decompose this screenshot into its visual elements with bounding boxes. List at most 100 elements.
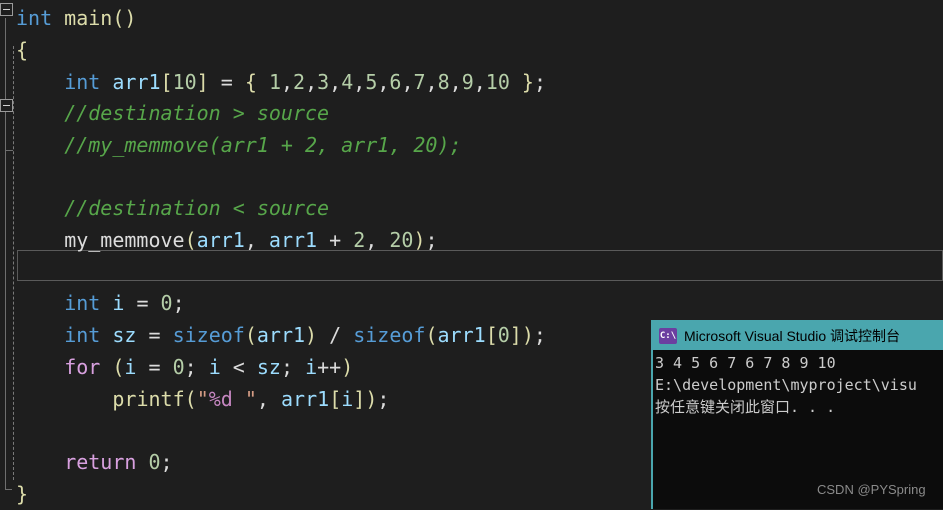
code-token: [: [485, 323, 498, 347]
code-line-content: {: [16, 34, 28, 66]
code-line-content: }: [16, 478, 28, 510]
code-token: ++: [317, 355, 342, 379]
code-line[interactable]: int arr1[10] = { 1,2,3,4,5,6,7,8,9,10 };: [0, 66, 943, 98]
code-token: (: [425, 323, 438, 347]
code-token: ,: [244, 228, 269, 252]
console-line: 3 4 5 6 7 6 7 8 9 10: [655, 354, 836, 372]
code-token: //my_memmove(arr1 + 2, arr1, 20);: [64, 133, 462, 157]
code-line[interactable]: //my_memmove(arr1 + 2, arr1, 20);: [0, 129, 943, 161]
code-token: 20: [389, 228, 414, 252]
code-token: ]: [196, 70, 209, 94]
code-token: 10: [172, 70, 197, 94]
code-token: arr1: [112, 70, 161, 94]
code-line-content: for (i = 0; i < sz; i++): [16, 351, 353, 383]
code-token: ): [521, 323, 534, 347]
code-token: ,: [449, 70, 462, 94]
code-token: ): [305, 323, 318, 347]
code-token: [: [329, 387, 342, 411]
code-token: arr1: [437, 323, 486, 347]
console-titlebar[interactable]: C:\ Microsoft Visual Studio 调试控制台: [653, 322, 943, 350]
console-line: E:\development\myproject\visu: [655, 376, 917, 394]
code-token: arr1: [281, 387, 330, 411]
code-token: return: [64, 450, 137, 474]
console-app-icon: C:\: [659, 328, 677, 344]
code-line-content: int main(): [16, 2, 136, 34]
code-token: 6: [389, 70, 402, 94]
code-line-content: printf("%d ", arr1[i]);: [16, 383, 389, 415]
code-token: ]: [353, 387, 366, 411]
code-token: 3: [317, 70, 330, 94]
code-line-content: //destination < source: [16, 192, 329, 224]
code-token: int: [64, 291, 101, 315]
code-token: [: [160, 70, 173, 94]
code-token: {: [16, 38, 29, 62]
code-token: //destination < source: [64, 196, 330, 220]
code-token: i: [305, 355, 318, 379]
code-line[interactable]: {: [0, 34, 943, 66]
code-token: (: [244, 323, 257, 347]
code-token: 4: [341, 70, 354, 94]
code-token: sizeof: [172, 323, 245, 347]
code-line[interactable]: my_memmove(arr1, arr1 + 2, 20);: [0, 224, 943, 256]
code-token: 7: [413, 70, 426, 94]
code-line[interactable]: [0, 256, 943, 288]
code-token: ,: [365, 228, 390, 252]
csdn-watermark: CSDN @PYSpring: [817, 482, 926, 497]
code-token: int: [64, 70, 101, 94]
code-token: int: [16, 6, 53, 30]
code-token: 8: [437, 70, 450, 94]
code-token: ;: [184, 355, 209, 379]
code-token: main: [64, 6, 113, 30]
code-token: (: [112, 355, 125, 379]
code-token: ,: [377, 70, 390, 94]
debug-console-window[interactable]: C:\ Microsoft Visual Studio 调试控制台 3 4 5 …: [651, 320, 943, 509]
code-token: (: [184, 228, 197, 252]
code-token: ): [341, 355, 354, 379]
code-token: ;: [533, 70, 547, 94]
code-token: ,: [305, 70, 318, 94]
code-token: +: [317, 228, 354, 252]
code-token: ): [413, 228, 426, 252]
code-line[interactable]: int i = 0;: [0, 287, 943, 319]
code-token: ,: [353, 70, 366, 94]
code-token: ]: [509, 323, 522, 347]
code-token: (): [112, 6, 137, 30]
code-token: arr1: [256, 323, 306, 347]
code-line[interactable]: //destination > source: [0, 97, 943, 129]
code-token: arr1: [196, 228, 245, 252]
code-token: i: [124, 355, 137, 379]
code-token: %d: [208, 387, 233, 411]
code-token: /: [317, 323, 354, 347]
code-line[interactable]: //destination < source: [0, 192, 943, 224]
code-token: arr1: [268, 228, 318, 252]
code-line[interactable]: [0, 161, 943, 193]
console-title-text: Microsoft Visual Studio 调试控制台: [684, 328, 901, 344]
code-token: 1: [268, 70, 281, 94]
code-token: }: [521, 70, 534, 94]
code-line-content: //destination > source: [16, 97, 329, 129]
code-line-content: int sz = sizeof(arr1) / sizeof(arr1[0]);: [16, 319, 546, 351]
code-line-content: my_memmove(arr1, arr1 + 2, 20);: [16, 224, 437, 256]
code-token: 0: [160, 291, 173, 315]
code-token: <: [220, 355, 257, 379]
code-token: 2: [293, 70, 306, 94]
code-token: ;: [160, 450, 173, 474]
code-token: my_memmove: [64, 228, 185, 252]
code-token: sz: [256, 355, 281, 379]
code-token: ,: [280, 70, 294, 94]
code-token: ,: [329, 70, 342, 94]
code-line[interactable]: int main(): [0, 2, 943, 34]
code-token: 2: [353, 228, 366, 252]
code-token: ,: [401, 70, 414, 94]
code-line-content: return 0;: [16, 446, 173, 478]
code-token: ": [232, 387, 257, 411]
code-token: printf: [112, 387, 185, 411]
code-line-content: int i = 0;: [16, 287, 184, 319]
code-token: =: [136, 323, 173, 347]
code-token: {: [244, 70, 257, 94]
